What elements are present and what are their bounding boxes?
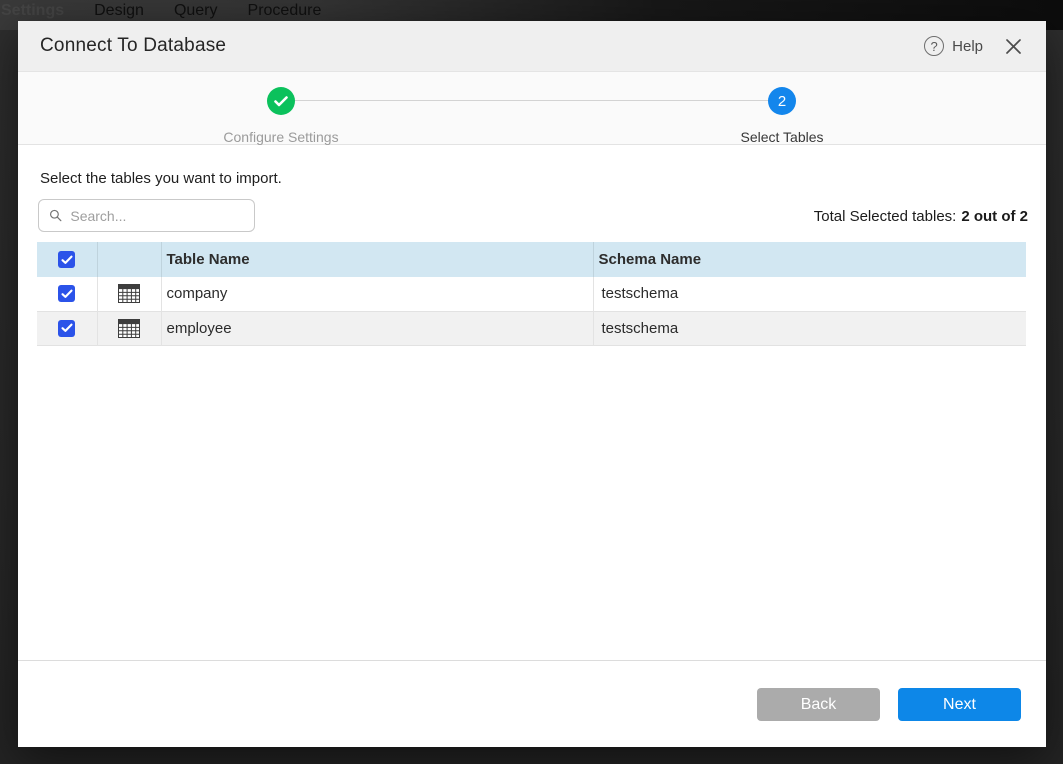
footer-divider [18, 660, 1046, 661]
selected-tables-summary: Total Selected tables:2 out of 2 [814, 208, 1028, 225]
row-checkbox[interactable] [58, 285, 75, 302]
help-button[interactable]: ? Help [924, 36, 983, 56]
instruction-text: Select the tables you want to import. [40, 170, 282, 187]
step-2-label: Select Tables [740, 129, 823, 145]
connect-to-database-dialog: Connect To Database ? Help 2 Configure S… [18, 21, 1046, 747]
tables-list: Table Name Schema Name [37, 242, 1026, 346]
check-icon [274, 96, 288, 107]
background-nav-query: Query [174, 2, 218, 20]
dialog-titlebar: Connect To Database ? Help [18, 21, 1046, 72]
table-name-cell: company [161, 277, 593, 311]
stepper-connector-line [281, 100, 782, 101]
search-input[interactable] [70, 208, 244, 224]
check-icon [61, 323, 73, 333]
wizard-stepper: 2 Configure Settings Select Tables [18, 72, 1046, 145]
step-1-label: Configure Settings [223, 129, 338, 145]
schema-name-column-header: Schema Name [593, 242, 1026, 277]
dialog-title: Connect To Database [40, 35, 226, 57]
background-nav-procedure: Procedure [248, 2, 322, 20]
back-button[interactable]: Back [757, 688, 880, 721]
schema-name-cell: testschema [593, 277, 1026, 311]
next-button[interactable]: Next [898, 688, 1021, 721]
table-row[interactable]: company testschema [37, 277, 1026, 311]
background-nav-settings: Settings [1, 2, 64, 20]
schema-name-cell: testschema [593, 311, 1026, 345]
table-header-row: Table Name Schema Name [37, 242, 1026, 277]
table-icon [118, 284, 140, 303]
icon-column-header [97, 242, 161, 277]
background-nav-design: Design [94, 2, 144, 20]
select-all-checkbox[interactable] [58, 251, 75, 268]
check-icon [61, 289, 73, 299]
table-name-column-header: Table Name [161, 242, 593, 277]
row-checkbox[interactable] [58, 320, 75, 337]
step-1-indicator[interactable] [267, 87, 295, 115]
table-row[interactable]: employee testschema [37, 311, 1026, 345]
search-icon [49, 208, 62, 223]
help-icon: ? [924, 36, 944, 56]
step-2-indicator[interactable]: 2 [768, 87, 796, 115]
summary-label: Total Selected tables: [814, 208, 957, 225]
help-label: Help [952, 38, 983, 55]
summary-value: 2 out of 2 [961, 208, 1028, 225]
table-name-cell: employee [161, 311, 593, 345]
close-button[interactable] [1005, 38, 1022, 55]
close-icon [1005, 38, 1022, 55]
check-icon [61, 255, 73, 265]
search-box[interactable] [38, 199, 255, 232]
table-icon [118, 319, 140, 338]
